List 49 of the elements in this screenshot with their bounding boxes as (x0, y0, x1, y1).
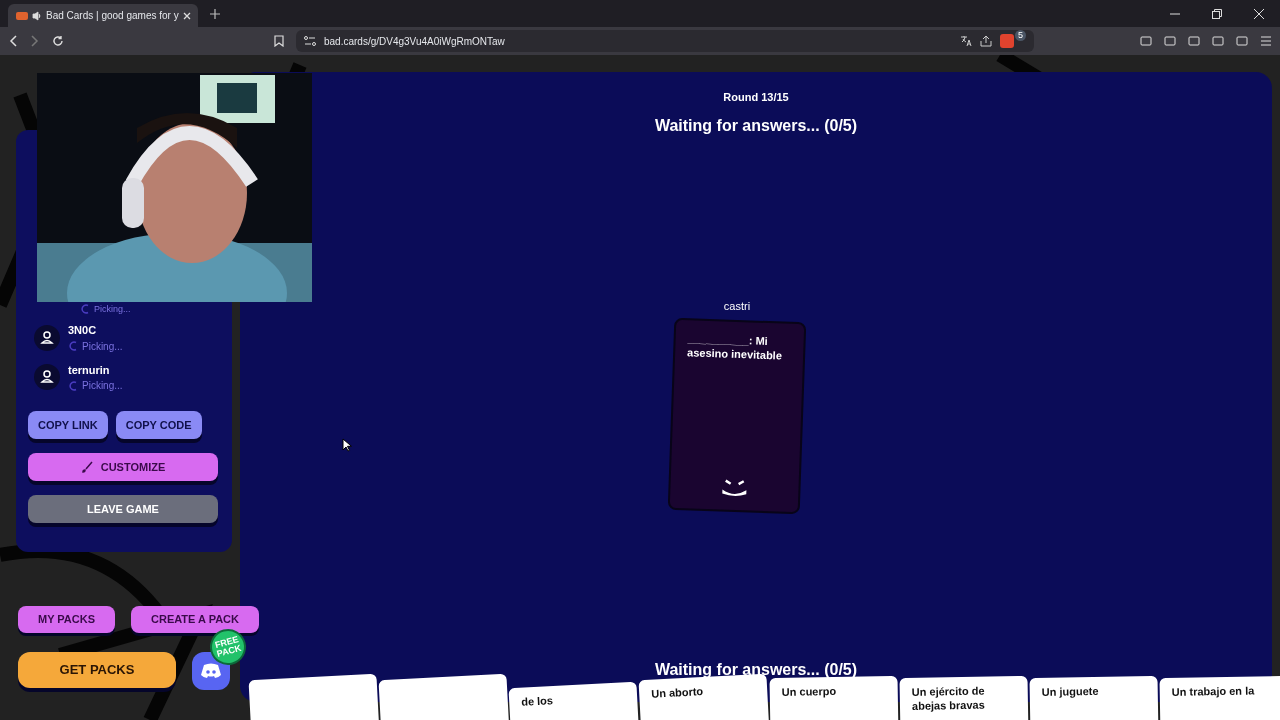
close-icon[interactable] (1254, 9, 1264, 19)
spinner-icon (68, 380, 78, 391)
site-icon (16, 10, 28, 21)
translate-icon[interactable] (960, 35, 972, 47)
forward-icon[interactable] (30, 35, 40, 47)
browser-tab[interactable]: Bad Cards | good games for y (8, 4, 198, 27)
share-icon[interactable] (980, 35, 992, 47)
bookmark-icon[interactable] (274, 35, 284, 47)
reload-icon[interactable] (52, 35, 64, 47)
card-text: Un trabajo en la (1171, 684, 1256, 700)
shields-count: 5 (1015, 30, 1026, 41)
answer-card[interactable]: Un trabajo en la (1159, 675, 1280, 720)
status-heading: Waiting for answers... (0/5) (654, 115, 858, 136)
player-status: Picking... (94, 304, 131, 314)
pack-button[interactable]: CREATE A PACK (131, 606, 259, 633)
user-avatar-icon (34, 364, 60, 391)
tab-title: Bad Cards | good games for y (46, 9, 179, 23)
address-bar[interactable]: bad.cards/g/DV4g3Vu4A0iWgRmONTaw 5 (296, 30, 1034, 52)
close-icon[interactable] (182, 11, 191, 20)
url-text: bad.cards/g/DV4g3Vu4A0iWgRmONTaw (324, 34, 505, 49)
answer-card[interactable]: Un juguete (1029, 675, 1159, 720)
site-settings-icon (304, 36, 316, 46)
prompt-text: __________: Mi asesino inevitable (686, 332, 784, 364)
card-text: Un ejército de abejas bravas (911, 684, 986, 714)
card-text: Un cuerpo (781, 684, 838, 700)
player-status: Picking... (82, 339, 123, 354)
pack-button[interactable]: MY PACKS (18, 606, 115, 633)
round-label: Round 13/15 (723, 90, 789, 105)
card-text: Un juguete (1041, 684, 1100, 700)
player-name: ternurin (68, 362, 111, 378)
player-status: Picking... (82, 379, 123, 393)
back-icon[interactable] (8, 35, 18, 47)
game-controller-icon (200, 663, 222, 679)
answer-card[interactable]: Un ejército de abejas bravas (899, 675, 1029, 720)
sidebar-icon[interactable] (1140, 35, 1152, 47)
answer-card[interactable] (248, 673, 380, 720)
spinner-icon (68, 341, 78, 351)
menu-icon[interactable] (1260, 35, 1272, 47)
new-tab-icon[interactable] (210, 9, 220, 19)
card-text: de los (520, 693, 555, 710)
card-text: Un aborto (650, 684, 705, 702)
mouse-cursor-icon (342, 438, 352, 452)
player-name: 3N0C (68, 323, 98, 338)
brush-icon (80, 461, 93, 473)
player-name: castri (723, 298, 751, 314)
user-avatar-icon (34, 324, 60, 351)
spinner-icon (80, 304, 90, 314)
answer-card[interactable] (378, 673, 510, 720)
restore-icon[interactable] (1212, 9, 1222, 19)
